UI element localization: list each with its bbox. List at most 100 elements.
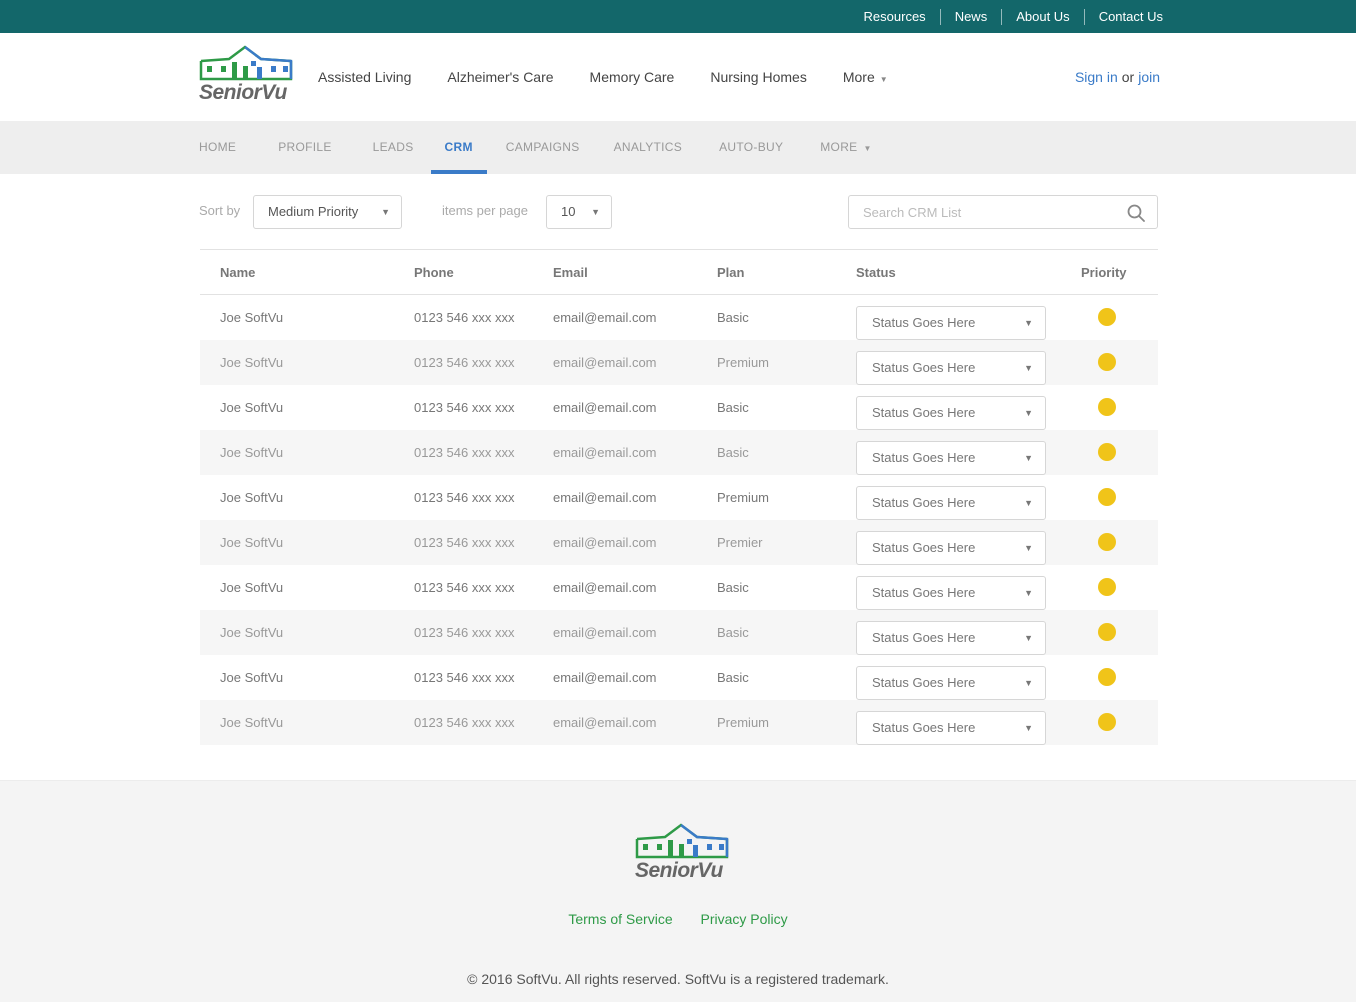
tab-analytics[interactable]: ANALYTICS: [614, 121, 683, 174]
priority-indicator-icon: [1098, 443, 1116, 461]
cell-phone: 0123 546 xxx xxx: [414, 355, 515, 370]
status-select[interactable]: Status Goes Here ▼: [856, 620, 1046, 655]
table-row[interactable]: Joe SoftVu 0123 546 xxx xxx email@email.co…: [200, 700, 1158, 745]
utility-links: Resources News About Us Contact Us: [850, 0, 1163, 33]
col-header-name[interactable]: Name: [220, 265, 255, 280]
table-row[interactable]: Joe SoftVu 0123 546 xxx xxx email@email.co…: [200, 475, 1158, 520]
chevron-down-icon: ▼: [381, 207, 390, 217]
items-per-page-value: 10: [561, 204, 576, 219]
search-icon[interactable]: [1127, 204, 1145, 222]
crm-controls: Sort by Medium Priority ▼ items per page…: [199, 195, 1158, 229]
status-value: Status Goes Here: [872, 449, 976, 465]
cell-name: Joe SoftVu: [220, 535, 284, 550]
seniorvu-logo[interactable]: SeniorVu: [199, 45, 293, 105]
nav-alzheimers-care[interactable]: Alzheimer's Care: [447, 69, 553, 85]
priority-indicator-icon: [1098, 668, 1116, 686]
table-body: Joe SoftVu 0123 546 xxx xxx email@email.co…: [200, 295, 1158, 745]
sort-by-label: Sort by: [199, 203, 241, 218]
cell-phone: 0123 546 xxx xxx: [414, 400, 515, 415]
status-select[interactable]: Status Goes Here ▼: [856, 530, 1046, 565]
col-header-status[interactable]: Status: [856, 265, 896, 280]
footer-logo-wordmark: SeniorVu: [635, 859, 723, 882]
status-select[interactable]: Status Goes Here ▼: [856, 395, 1046, 430]
col-header-email[interactable]: Email: [553, 265, 588, 280]
auth-or-text: or: [1121, 69, 1135, 85]
priority-indicator-icon: [1098, 623, 1116, 641]
tab-crm[interactable]: CRM: [430, 121, 488, 174]
footer-links: Terms of Service Privacy Policy: [0, 911, 1356, 927]
chevron-down-icon: ▼: [1024, 497, 1033, 508]
cell-email: email@email.com: [553, 535, 657, 550]
nav-nursing-homes[interactable]: Nursing Homes: [710, 69, 806, 85]
main-nav: Assisted Living Alzheimer's Care Memory …: [318, 33, 924, 121]
col-header-priority[interactable]: Priority: [1081, 265, 1127, 280]
logo-wordmark: SeniorVu: [199, 81, 287, 104]
tab-campaigns[interactable]: CAMPAIGNS: [506, 121, 580, 174]
status-value: Status Goes Here: [872, 584, 976, 600]
status-select[interactable]: Status Goes Here ▼: [856, 440, 1046, 475]
news-link[interactable]: News: [939, 8, 1002, 25]
resources-link[interactable]: Resources: [850, 9, 940, 25]
top-utility-bar: Resources News About Us Contact Us: [0, 0, 1356, 33]
cell-plan: Basic: [717, 580, 749, 595]
chevron-down-icon: ▼: [1024, 317, 1033, 328]
status-value: Status Goes Here: [872, 314, 976, 330]
table-row[interactable]: Joe SoftVu 0123 546 xxx xxx email@email.co…: [200, 565, 1158, 610]
table-row[interactable]: Joe SoftVu 0123 546 xxx xxx email@email.co…: [200, 520, 1158, 565]
cell-email: email@email.com: [553, 310, 657, 325]
items-per-page-select[interactable]: 10 ▼: [546, 195, 612, 229]
col-header-phone[interactable]: Phone: [414, 265, 454, 280]
nav-assisted-living[interactable]: Assisted Living: [318, 69, 411, 85]
status-value: Status Goes Here: [872, 494, 976, 510]
cell-phone: 0123 546 xxx xxx: [414, 310, 515, 325]
status-select[interactable]: Status Goes Here ▼: [856, 485, 1046, 520]
table-row[interactable]: Joe SoftVu 0123 546 xxx xxx email@email.co…: [200, 340, 1158, 385]
chevron-down-icon: ▼: [1024, 722, 1033, 733]
chevron-down-icon: ▼: [1024, 677, 1033, 688]
chevron-down-icon: ▼: [591, 207, 600, 217]
table-row[interactable]: Joe SoftVu 0123 546 xxx xxx email@email.co…: [200, 610, 1158, 655]
tab-more[interactable]: MORE ▼: [820, 121, 871, 174]
cell-plan: Basic: [717, 625, 749, 640]
tab-leads[interactable]: LEADS: [373, 121, 414, 174]
status-select[interactable]: Status Goes Here ▼: [856, 350, 1046, 385]
terms-of-service-link[interactable]: Terms of Service: [568, 911, 672, 927]
status-select[interactable]: Status Goes Here ▼: [856, 710, 1046, 745]
copyright-text: © 2016 SoftVu. All rights reserved. Soft…: [467, 971, 889, 987]
sort-by-select[interactable]: Medium Priority ▼: [253, 195, 402, 229]
cell-plan: Basic: [717, 400, 749, 415]
cell-name: Joe SoftVu: [220, 625, 284, 640]
about-us-link[interactable]: About Us: [1001, 8, 1083, 25]
status-select[interactable]: Status Goes Here ▼: [856, 665, 1046, 700]
cell-plan: Premier: [717, 535, 763, 550]
tab-profile[interactable]: PROFILE: [278, 121, 331, 174]
sign-in-link[interactable]: Sign in: [1075, 69, 1118, 85]
cell-name: Joe SoftVu: [220, 490, 284, 505]
join-link[interactable]: join: [1138, 69, 1160, 85]
nav-more[interactable]: More ▼: [843, 69, 888, 85]
col-header-plan[interactable]: Plan: [717, 265, 744, 280]
cell-name: Joe SoftVu: [220, 580, 284, 595]
auth-links: Sign in or join: [1075, 33, 1160, 121]
cell-email: email@email.com: [553, 715, 657, 730]
table-row[interactable]: Joe SoftVu 0123 546 xxx xxx email@email.co…: [200, 655, 1158, 700]
table-row[interactable]: Joe SoftVu 0123 546 xxx xxx email@email.co…: [200, 295, 1158, 340]
tab-auto-buy[interactable]: AUTO-BUY: [719, 121, 783, 174]
dashboard-subnav: HOME PROFILE LEADS CRM CAMPAIGNS ANALYTI…: [0, 121, 1356, 174]
tab-home[interactable]: HOME: [199, 121, 236, 174]
status-select[interactable]: Status Goes Here ▼: [856, 305, 1046, 340]
footer-logo[interactable]: SeniorVu: [635, 823, 729, 883]
priority-indicator-icon: [1098, 398, 1116, 416]
status-value: Status Goes Here: [872, 359, 976, 375]
cell-name: Joe SoftVu: [220, 400, 284, 415]
status-select[interactable]: Status Goes Here ▼: [856, 575, 1046, 610]
table-row[interactable]: Joe SoftVu 0123 546 xxx xxx email@email.co…: [200, 385, 1158, 430]
contact-us-link[interactable]: Contact Us: [1083, 8, 1163, 25]
cell-name: Joe SoftVu: [220, 445, 284, 460]
privacy-policy-link[interactable]: Privacy Policy: [701, 911, 788, 927]
cell-email: email@email.com: [553, 580, 657, 595]
nav-memory-care[interactable]: Memory Care: [590, 69, 675, 85]
crm-search-input[interactable]: [849, 196, 1109, 228]
cell-plan: Basic: [717, 670, 749, 685]
table-row[interactable]: Joe SoftVu 0123 546 xxx xxx email@email.co…: [200, 430, 1158, 475]
